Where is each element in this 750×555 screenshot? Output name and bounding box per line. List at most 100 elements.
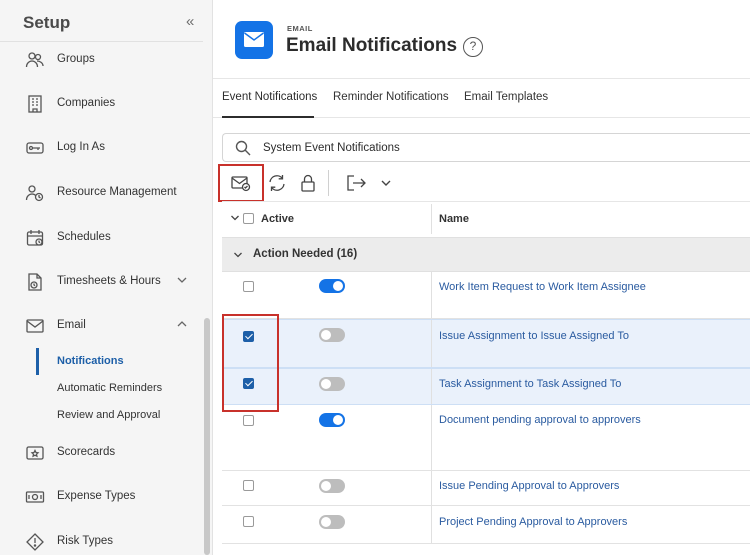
notification-name-link[interactable]: Issue Pending Approval to Approvers bbox=[439, 480, 619, 492]
sidebar-item-schedules[interactable]: Schedules bbox=[0, 221, 203, 255]
column-separator bbox=[431, 320, 432, 367]
refresh-icon bbox=[269, 175, 285, 191]
active-indicator bbox=[36, 348, 39, 375]
column-separator bbox=[431, 405, 432, 470]
sidebar-item-label: Companies bbox=[57, 97, 116, 109]
more-actions-button[interactable] bbox=[373, 170, 399, 196]
notification-name-link[interactable]: Task Assignment to Task Assigned To bbox=[439, 378, 621, 390]
highlight-box-toolbar bbox=[218, 164, 264, 202]
sidebar-item-timesheets-hours[interactable]: Timesheets & Hours bbox=[0, 265, 203, 299]
column-separator bbox=[431, 471, 432, 505]
table-row[interactable]: Task Assignment to Task Assigned To bbox=[222, 368, 750, 405]
table-row[interactable]: Work Item Request to Work Item Assignee bbox=[222, 272, 750, 319]
tab-event-notifications[interactable]: Event Notifications bbox=[222, 91, 317, 103]
sidebar-item-email[interactable]: Email bbox=[0, 309, 203, 343]
row-checkbox[interactable] bbox=[243, 281, 254, 292]
sidebar-item-resource-management[interactable]: Resource Management bbox=[0, 176, 203, 210]
sidebar-item-companies[interactable]: Companies bbox=[0, 87, 203, 121]
sidebar-item-expense-types[interactable]: Expense Types bbox=[0, 480, 203, 514]
export-icon bbox=[347, 175, 366, 191]
refresh-button[interactable] bbox=[264, 170, 290, 196]
chevron-down-icon bbox=[234, 252, 242, 258]
table-row[interactable]: Project Pending Approval to Approvers bbox=[222, 506, 750, 544]
sidebar-subitem-review-and-approval[interactable]: Review and Approval bbox=[57, 409, 160, 421]
tab-email-templates[interactable]: Email Templates bbox=[464, 91, 548, 103]
table-row[interactable]: Issue Assignment to Issue Assigned To bbox=[222, 319, 750, 368]
column-separator bbox=[431, 204, 432, 234]
chevron-up-icon bbox=[177, 321, 187, 327]
risk-icon bbox=[26, 533, 44, 551]
active-toggle[interactable] bbox=[319, 413, 345, 427]
sidebar-item-log-in-as[interactable]: Log In As bbox=[0, 131, 203, 165]
active-toggle[interactable] bbox=[319, 515, 345, 529]
sidebar-item-risk-types[interactable]: Risk Types bbox=[0, 525, 203, 555]
sidebar-item-label: Scorecards bbox=[57, 446, 116, 458]
sidebar-item-groups[interactable]: Groups bbox=[0, 43, 203, 77]
sidebar: Setup « Groups Companies Log In As Resou… bbox=[0, 0, 213, 555]
chevron-down-icon bbox=[177, 277, 187, 283]
help-button[interactable]: ? bbox=[463, 37, 483, 57]
table-row[interactable]: Document pending approval to approvers bbox=[222, 405, 750, 471]
sidebar-item-label: Email bbox=[57, 319, 86, 331]
envelope-icon bbox=[244, 32, 264, 47]
sidebar-scrollbar[interactable] bbox=[204, 318, 210, 555]
active-toggle[interactable] bbox=[319, 328, 345, 342]
row-checkbox[interactable] bbox=[243, 480, 254, 491]
row-checkbox[interactable] bbox=[243, 516, 254, 527]
tab-reminder-notifications[interactable]: Reminder Notifications bbox=[333, 91, 449, 103]
active-toggle[interactable] bbox=[319, 479, 345, 493]
column-header-active[interactable]: Active bbox=[261, 213, 294, 225]
sidebar-item-label: Risk Types bbox=[57, 535, 114, 547]
collapse-sidebar-button[interactable]: « bbox=[186, 13, 194, 30]
search-field[interactable] bbox=[222, 133, 750, 162]
groups-icon bbox=[25, 52, 44, 68]
group-row[interactable]: Action Needed (16) bbox=[222, 237, 750, 272]
search-icon bbox=[235, 140, 251, 156]
resource-management-icon bbox=[25, 185, 44, 202]
scorecard-icon bbox=[26, 446, 44, 460]
row-checkbox[interactable] bbox=[243, 415, 254, 426]
lock-button[interactable] bbox=[295, 170, 321, 196]
table-header: Active Name bbox=[222, 201, 750, 237]
envelope-icon bbox=[26, 319, 44, 333]
sidebar-item-label: Expense Types bbox=[57, 490, 136, 502]
active-toggle[interactable] bbox=[319, 377, 345, 391]
key-icon bbox=[26, 142, 44, 154]
timesheet-icon bbox=[28, 273, 42, 291]
lock-icon bbox=[301, 174, 315, 192]
sidebar-item-label: Groups bbox=[57, 53, 95, 65]
select-all-checkbox[interactable] bbox=[243, 213, 254, 224]
page-kicker: EMAIL bbox=[287, 24, 313, 33]
money-icon bbox=[25, 491, 45, 503]
chevron-down-icon[interactable] bbox=[230, 213, 240, 223]
sidebar-item-scorecards[interactable]: Scorecards bbox=[0, 436, 203, 470]
sidebar-header: Setup « bbox=[0, 0, 213, 46]
export-button[interactable] bbox=[343, 170, 369, 196]
search-input[interactable] bbox=[263, 139, 733, 157]
sidebar-subitem-notifications[interactable]: Notifications bbox=[57, 355, 124, 367]
active-toggle[interactable] bbox=[319, 279, 345, 293]
notification-name-link[interactable]: Document pending approval to approvers bbox=[439, 414, 641, 426]
email-app-icon bbox=[235, 21, 273, 59]
highlight-box-checkboxes bbox=[222, 314, 279, 412]
group-label: Action Needed (16) bbox=[253, 248, 358, 260]
notification-name-link[interactable]: Work Item Request to Work Item Assignee bbox=[439, 281, 646, 293]
building-icon bbox=[28, 95, 42, 113]
table-row[interactable]: Issue Pending Approval to Approvers bbox=[222, 471, 750, 506]
sidebar-subitem-automatic-reminders[interactable]: Automatic Reminders bbox=[57, 382, 162, 394]
sidebar-item-label: Timesheets & Hours bbox=[57, 275, 161, 287]
column-separator bbox=[431, 506, 432, 543]
header-divider bbox=[213, 78, 750, 79]
calendar-icon bbox=[26, 230, 44, 246]
page-title: Email Notifications bbox=[286, 35, 458, 56]
toolbar-separator bbox=[328, 170, 329, 196]
active-tab-indicator bbox=[222, 116, 314, 118]
notification-name-link[interactable]: Project Pending Approval to Approvers bbox=[439, 516, 627, 528]
sidebar-item-label: Resource Management bbox=[57, 186, 177, 198]
sidebar-item-label: Log In As bbox=[57, 141, 105, 153]
sidebar-title: Setup bbox=[23, 13, 71, 32]
notification-name-link[interactable]: Issue Assignment to Issue Assigned To bbox=[439, 330, 629, 342]
chevron-down-icon bbox=[381, 180, 391, 186]
sidebar-divider bbox=[0, 41, 203, 42]
column-header-name[interactable]: Name bbox=[439, 213, 469, 225]
